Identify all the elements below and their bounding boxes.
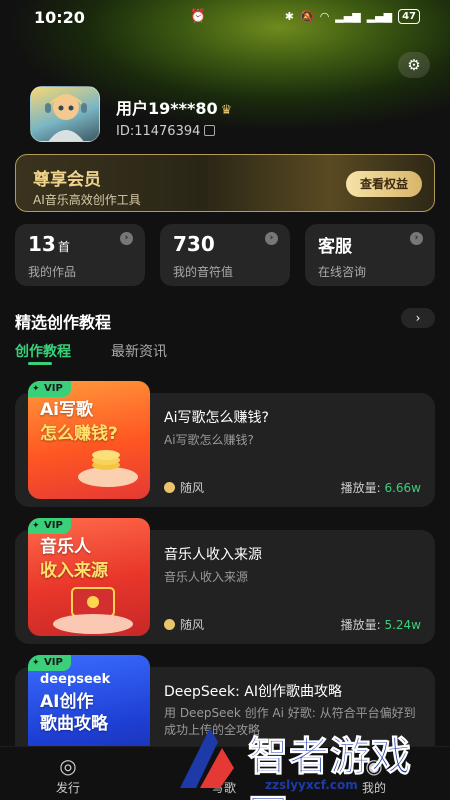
tab-tutorials[interactable]: 创作教程 [15,341,71,361]
card-author: 随风 [164,616,204,633]
card-title: Ai写歌怎么赚钱? [164,410,269,426]
card-subtitle: 音乐人收入来源 [164,570,249,584]
status-time: 10:20 [34,8,85,27]
watermark-logo: 智者游戏网 zzslyyxcf.com [170,712,450,800]
card-thumbnail: VIP 音乐人 收入来源 [28,518,150,636]
section-title: 精选创作教程 [15,313,112,332]
thumb-line-1: AI创作 [40,692,94,712]
status-bar: 10:20 ⏰ ✱ 🔕 ◠ ▂▄▆ ▂▄▆ 47 [0,0,450,34]
card-title: DeepSeek: AI创作歌曲攻略 [164,684,342,700]
stat-support[interactable]: 客服 在线咨询 › [305,224,435,286]
red-envelope-illustration [53,587,133,634]
card-plays: 播放量: 5.24w [340,618,421,632]
chevron-right-icon: › [265,232,278,245]
watermark-mark-icon [180,728,234,788]
vip-subtitle: AI音乐高效创作工具 [33,193,141,207]
chevron-right-icon: › [120,232,133,245]
crown-icon: ♛ [220,103,233,118]
signal-icon: ▂▄▆ [335,10,361,23]
stat-label: 我的音符值 [173,265,234,279]
gear-icon: ⚙ [407,56,421,74]
card-plays: 播放量: 6.66w [340,481,421,495]
tutorial-card[interactable]: VIP 音乐人 收入来源 音乐人收入来源 音乐人收入来源 随风 播放量: 5.2… [15,518,435,644]
alarm-icon: ⏰ [190,9,207,24]
wifi-icon: ◠ [319,10,330,23]
section-more-button[interactable]: › [401,308,435,328]
tab-news[interactable]: 最新资讯 [111,341,167,361]
chevron-right-icon: › [410,232,423,245]
user-id[interactable]: ID:11476394 [116,124,216,139]
author-coin-icon [164,619,175,630]
author-coin-icon [164,482,175,493]
card-title: 音乐人收入来源 [164,547,262,563]
mute-icon: 🔕 [299,10,314,23]
thumb-brand: deepseek [40,672,111,687]
avatar-image [45,94,87,141]
tutorial-card[interactable]: VIP Ai写歌 怎么赚钱? Ai写歌怎么赚钱? Ai写歌怎么赚钱? 随风 播放… [15,381,435,507]
vip-banner[interactable]: 尊享会员 AI音乐高效创作工具 查看权益 [15,154,435,212]
stat-unit: 首 [57,240,70,254]
stat-value: 730 [173,232,215,256]
vip-title: 尊享会员 [33,170,101,190]
username: 用户19***80 ♛ [116,99,233,118]
card-author: 随风 [164,479,204,496]
stat-label: 在线咨询 [318,265,367,279]
card-thumbnail: VIP Ai写歌 怎么赚钱? [28,381,150,499]
stat-notes[interactable]: 730 我的音符值 › [160,224,290,286]
bluetooth-icon: ✱ [284,10,294,23]
settings-button[interactable]: ⚙ [398,52,430,78]
stat-works[interactable]: 13 首 我的作品 › [15,224,145,286]
tab-indicator [28,362,52,365]
signal-icon-2: ▂▄▆ [366,10,393,23]
stat-label: 我的作品 [28,265,77,279]
avatar[interactable] [30,86,100,142]
copy-icon[interactable] [204,125,216,136]
thumb-line-2: 歌曲攻略 [40,714,108,734]
stat-value: 客服 [318,237,352,257]
stat-value: 13 [28,232,56,256]
view-benefits-button[interactable]: 查看权益 [346,171,422,197]
battery-icon: 47 [398,9,420,24]
tab-publish[interactable]: ◎ 发行 [56,753,80,796]
camera-icon: ◎ [59,754,77,778]
vip-badge: VIP [28,655,71,671]
coins-illustration [78,450,138,487]
card-subtitle: Ai写歌怎么赚钱? [164,433,254,447]
